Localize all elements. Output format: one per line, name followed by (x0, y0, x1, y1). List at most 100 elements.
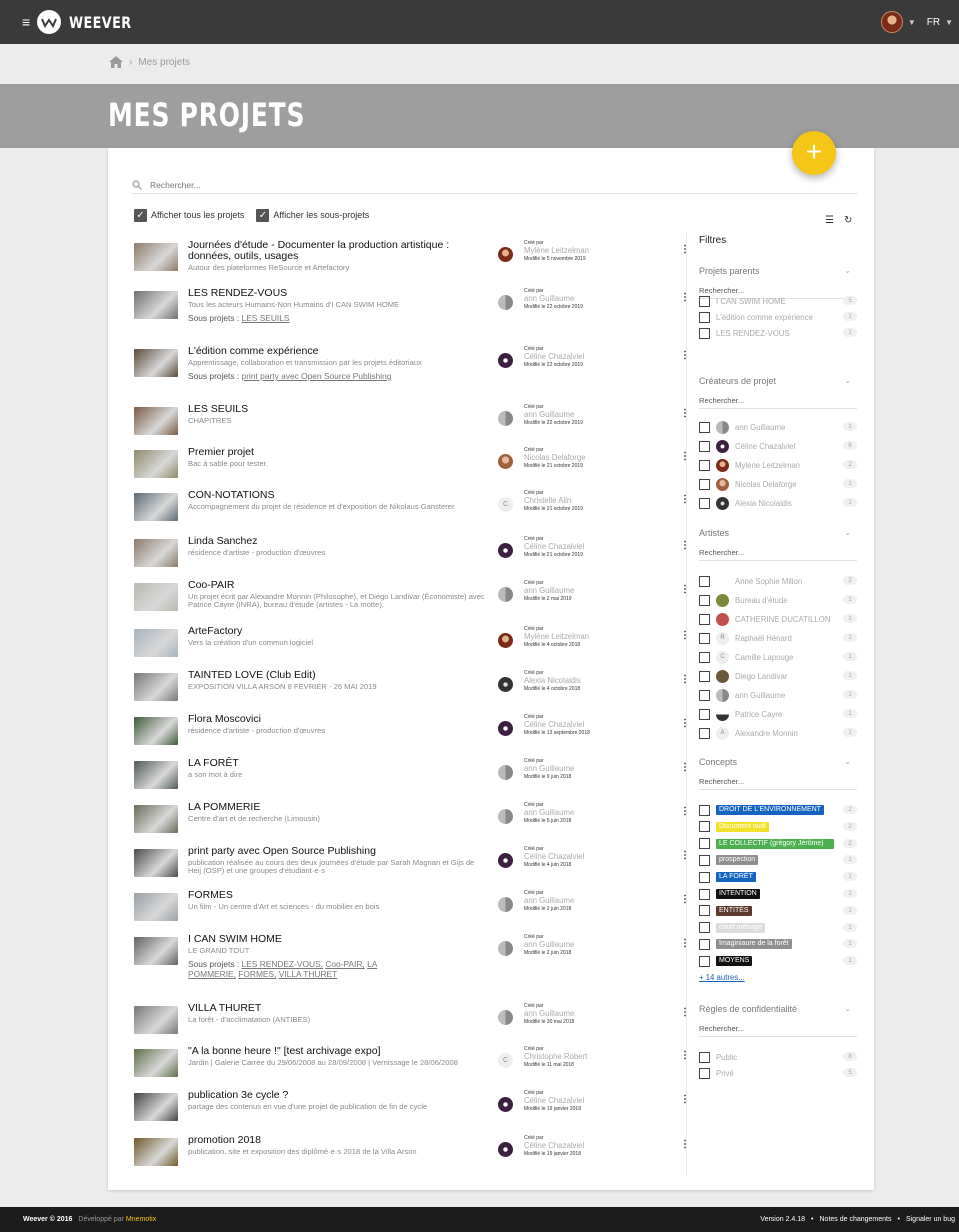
project-thumbnail[interactable] (134, 761, 178, 789)
project-thumbnail[interactable] (134, 717, 178, 745)
checkbox[interactable] (699, 651, 710, 663)
filter-option[interactable]: I CAN SWIM HOME 5 (699, 294, 857, 308)
project-title[interactable]: ArteFactory (188, 626, 488, 637)
project-title[interactable]: CON-NOTATIONS (188, 490, 488, 501)
project-title[interactable]: Premier projet (188, 447, 488, 458)
checkbox[interactable] (699, 838, 710, 850)
list-view-icon[interactable]: ☰ (825, 215, 834, 226)
checkbox[interactable] (699, 1067, 710, 1079)
checkbox[interactable] (699, 311, 710, 323)
filter-option[interactable]: ENTITÉS 1 (699, 904, 857, 918)
add-project-button[interactable]: + (792, 131, 836, 175)
project-title[interactable]: promotion 2018 (188, 1135, 488, 1146)
refresh-icon[interactable]: ↻ (844, 215, 852, 226)
project-title[interactable]: LA FORÊT (188, 758, 488, 769)
show-sub-toggle[interactable]: ✓ Afficher les sous-projets (256, 209, 369, 222)
project-title[interactable]: "A la bonne heure !" [test archivage exp… (188, 1046, 488, 1057)
home-icon[interactable] (109, 56, 123, 68)
concepts-more-link[interactable]: + 14 autres... (699, 973, 745, 982)
project-title[interactable]: LES SEUILS (188, 404, 488, 415)
subproject-link[interactable]: VILLA THURET (279, 969, 338, 979)
project-thumbnail[interactable] (134, 849, 178, 877)
project-thumbnail[interactable] (134, 1138, 178, 1166)
project-thumbnail[interactable] (134, 450, 178, 478)
filter-section-title[interactable]: Concepts ⌄ (699, 757, 857, 769)
filter-option[interactable]: Anne Sophie Millon 2 (699, 574, 857, 588)
project-thumbnail[interactable] (134, 243, 178, 271)
checkbox[interactable] (699, 575, 710, 587)
checkbox[interactable] (699, 905, 710, 917)
filter-option[interactable]: MOYENS 1 (699, 954, 857, 968)
filter-option[interactable]: Bureau d'étude 1 (699, 593, 857, 607)
app-name[interactable]: WEEVER (69, 13, 132, 32)
filter-option[interactable]: Imaginiaure de la forêt 1 (699, 937, 857, 951)
checkbox[interactable] (699, 804, 710, 816)
filter-option[interactable]: CATHERINE DUCATILLON 1 (699, 612, 857, 626)
filter-option[interactable]: LES RENDEZ-VOUS 1 (699, 326, 857, 340)
language-selector[interactable]: FR (927, 17, 940, 28)
filter-search-input[interactable]: Rechercher... (699, 777, 857, 790)
filter-option[interactable]: Alexia Nicolaidis 1 (699, 496, 857, 510)
filter-option[interactable]: Diego Landivar 1 (699, 669, 857, 683)
filter-option[interactable]: LA FORÊT 1 (699, 870, 857, 884)
project-thumbnail[interactable] (134, 1049, 178, 1077)
project-title[interactable]: LA POMMERIE (188, 802, 488, 813)
checkbox[interactable] (699, 888, 710, 900)
checkbox[interactable] (699, 1051, 710, 1063)
chevron-down-icon[interactable]: ⌄ (844, 528, 851, 537)
filter-section-title[interactable]: Projets parents ⌄ (699, 266, 857, 278)
subproject-link[interactable]: print party avec Open Source Publishing (242, 371, 392, 381)
filter-option[interactable]: court métrage 1 (699, 921, 857, 935)
filter-option[interactable]: Mylène Leitzelman 2 (699, 458, 857, 472)
checkbox[interactable] (699, 938, 710, 950)
filter-option[interactable]: Document outil 2 (699, 820, 857, 834)
filter-option[interactable]: INTENTION 1 (699, 887, 857, 901)
project-title[interactable]: VILLA THURET (188, 1003, 488, 1014)
filter-section-title[interactable]: Règles de confidentialité ⌄ (699, 1004, 857, 1016)
project-thumbnail[interactable] (134, 1093, 178, 1121)
filter-option[interactable]: Céline Chazalviel 6 (699, 439, 857, 453)
filter-option[interactable]: prospection 1 (699, 853, 857, 867)
checkbox[interactable] (699, 955, 710, 967)
filter-option[interactable]: Public 8 (699, 1050, 857, 1064)
checkbox[interactable] (699, 670, 710, 682)
chevron-down-icon[interactable]: ⌄ (844, 376, 851, 385)
subproject-link[interactable]: LES SEUILS (242, 313, 290, 323)
checkbox[interactable] (699, 421, 710, 433)
checkbox[interactable] (699, 459, 710, 471)
project-thumbnail[interactable] (134, 407, 178, 435)
filter-search-input[interactable]: Rechercher... (699, 548, 857, 561)
project-title[interactable]: TAINTED LOVE (Club Edit) (188, 670, 488, 681)
project-thumbnail[interactable] (134, 291, 178, 319)
filter-option[interactable]: L'édition comme expérience 1 (699, 310, 857, 324)
project-title[interactable]: Journées d'étude - Documenter la product… (188, 240, 488, 262)
search-input[interactable] (150, 179, 650, 190)
filter-option[interactable]: C Camille Lapouge 1 (699, 650, 857, 664)
project-thumbnail[interactable] (134, 583, 178, 611)
project-title[interactable]: Flora Moscovici (188, 714, 488, 725)
user-avatar[interactable] (880, 11, 903, 33)
filter-option[interactable]: DROIT DE L'ENVIRONNEMENT 2 (699, 803, 857, 817)
project-title[interactable]: L'édition comme expérience (188, 346, 488, 357)
project-thumbnail[interactable] (134, 893, 178, 921)
checkbox[interactable] (699, 871, 710, 883)
filter-option[interactable]: LE COLLECTIF (grégory Jérôme) 2 (699, 837, 857, 851)
filter-option[interactable]: Privé 5 (699, 1066, 857, 1080)
checkbox[interactable] (699, 497, 710, 509)
chevron-down-icon[interactable]: ⌄ (844, 266, 851, 275)
checkbox-checked-icon[interactable]: ✓ (256, 209, 270, 222)
filter-option[interactable]: R Raphaël Hénard 1 (699, 631, 857, 645)
filter-option[interactable]: ann Guillaume 1 (699, 420, 857, 434)
checkbox[interactable] (699, 632, 710, 644)
subproject-link[interactable]: LES RENDEZ-VOUS, (242, 959, 323, 969)
filter-search-input[interactable]: Rechercher... (699, 1024, 857, 1037)
project-title[interactable]: I CAN SWIM HOME (188, 934, 488, 945)
project-thumbnail[interactable] (134, 805, 178, 833)
chevron-down-icon[interactable]: ▼ (908, 18, 916, 27)
project-thumbnail[interactable] (134, 349, 178, 377)
project-title[interactable]: LES RENDEZ-VOUS (188, 288, 488, 299)
project-title[interactable]: Linda Sanchez (188, 536, 488, 547)
checkbox[interactable] (699, 821, 710, 833)
subproject-link[interactable]: FORMES, (238, 969, 276, 979)
chevron-down-icon[interactable]: ⌄ (844, 1004, 851, 1013)
